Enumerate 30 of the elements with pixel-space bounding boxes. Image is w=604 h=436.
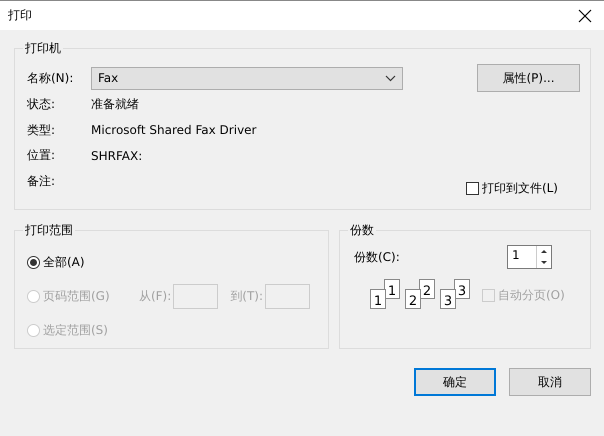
radio-label: 全部(A) [43, 254, 85, 270]
radio-label: 页码范围(G) [43, 288, 110, 304]
collate-drawing: 1 1 2 2 3 3 [370, 279, 470, 309]
group-title: 打印机 [24, 40, 62, 57]
field-label: 到(T): [230, 288, 264, 304]
group-title: 份数 [349, 222, 375, 239]
radio-label: 选定范围(S) [43, 322, 108, 338]
cancel-button[interactable]: 取消 [509, 368, 591, 396]
name-label: 名称(N): [27, 70, 74, 86]
checkbox-label: 打印到文件(L) [482, 180, 558, 197]
ok-button[interactable]: 确定 [414, 368, 496, 396]
properties-button[interactable]: 属性(P)... [477, 64, 580, 92]
info-value: Microsoft Shared Fax Driver [91, 123, 256, 138]
group-title: 打印范围 [24, 222, 74, 239]
info-label: 位置: [27, 147, 56, 164]
window-title: 打印 [8, 7, 32, 24]
info-label: 备注: [27, 172, 56, 190]
info-label: 类型: [27, 122, 56, 139]
close-icon[interactable] [578, 8, 592, 22]
info-value: SHRFAX: [91, 148, 142, 163]
checkbox[interactable] [466, 182, 479, 195]
field-label: 从(F): [138, 288, 172, 304]
copies-spinner[interactable]: 1 [507, 245, 552, 269]
radio-button[interactable] [27, 256, 40, 268]
checkbox-label: 自动分页(O) [498, 287, 565, 304]
copies-label: 份数(C): [354, 248, 400, 266]
info-label: 状态: [27, 96, 56, 114]
printer-dropdown[interactable]: Fax [91, 66, 403, 90]
info-value: 准备就绪 [91, 96, 139, 114]
chevron-down-icon [385, 74, 396, 82]
